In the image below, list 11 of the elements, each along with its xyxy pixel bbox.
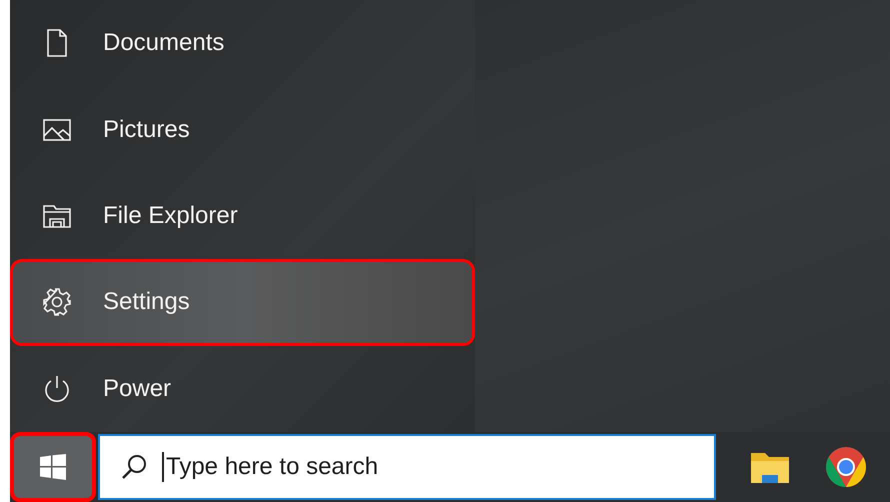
search-icon [120, 453, 148, 481]
menu-item[interactable]: Documents [10, 0, 475, 86]
start-button[interactable] [10, 432, 96, 502]
menu-item[interactable]: Settings [10, 259, 475, 346]
menu-item[interactable]: Pictures [10, 86, 475, 173]
round-browser-icon[interactable] [824, 445, 868, 489]
windows-icon [40, 454, 66, 480]
settings-icon [41, 286, 73, 318]
menu-item[interactable]: File Explorer [10, 172, 475, 260]
menu-item[interactable]: Power [10, 346, 475, 432]
search-bar[interactable]: Type here to search [98, 434, 716, 500]
